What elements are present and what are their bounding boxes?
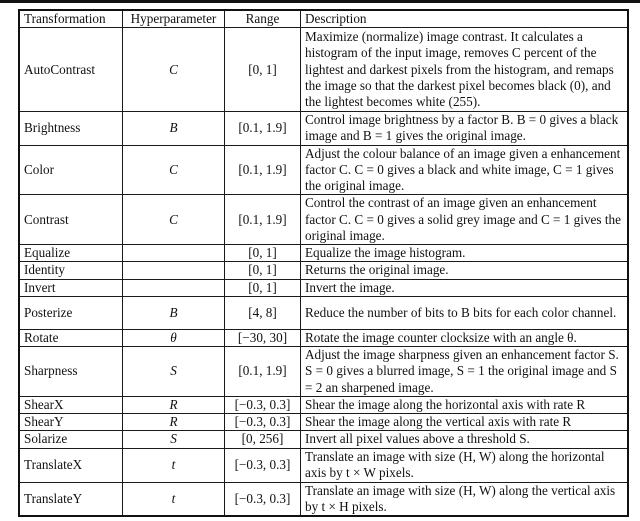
cell-range: [0, 1]: [224, 261, 301, 280]
cell-range: [−0.3, 0.3]: [224, 447, 301, 483]
cell-transformation: TranslateY: [18, 481, 123, 517]
cell-transformation: TranslateX: [18, 447, 123, 483]
cell-range: [−0.3, 0.3]: [224, 413, 301, 432]
cell-description: Control image brightness by a factor B. …: [300, 111, 629, 146]
cell-description: Returns the original image.: [300, 261, 629, 280]
cell-hyperparameter: t: [122, 447, 225, 483]
cell-hyperparameter: S: [122, 346, 225, 398]
cell-range: [0, 1]: [224, 27, 301, 113]
header-row: Transformation Hyperparameter Range Desc…: [18, 9, 629, 29]
cell-description: Equalize the image histogram.: [300, 244, 629, 263]
cell-range: [−30, 30]: [224, 328, 301, 348]
cell-hyperparameter: B: [122, 111, 225, 146]
header-hyperparameter: Hyperparameter: [122, 9, 225, 29]
cell-transformation: Color: [18, 144, 123, 196]
table-row: TranslateY t [−0.3, 0.3] Translate an im…: [18, 481, 629, 517]
cell-hyperparameter: C: [122, 194, 225, 246]
cell-transformation: Posterize: [18, 295, 123, 330]
cell-hyperparameter: B: [122, 295, 225, 330]
cell-range: [−0.3, 0.3]: [224, 481, 301, 517]
cell-transformation: Sharpness: [18, 346, 123, 398]
table-row: AutoContrast C [0, 1] Maximize (normaliz…: [18, 27, 629, 113]
table-row: Sharpness S [0.1, 1.9] Adjust the image …: [18, 346, 629, 398]
cell-description: Adjust the image sharpness given an enha…: [300, 346, 629, 398]
cell-range: [0.1, 1.9]: [224, 346, 301, 398]
cell-description: Maximize (normalize) image contrast. It …: [300, 27, 629, 113]
page-footnote-mark: [500, 514, 512, 518]
cell-description: Translate an image with size (H, W) alon…: [300, 481, 629, 517]
cell-description: Adjust the colour balance of an image gi…: [300, 144, 629, 196]
cell-range: [0.1, 1.9]: [224, 111, 301, 146]
cell-range: [0, 1]: [224, 244, 301, 263]
cell-transformation: ShearX: [18, 396, 123, 415]
cell-hyperparameter: R: [122, 413, 225, 432]
cell-range: [0, 256]: [224, 430, 301, 449]
cell-hyperparameter: C: [122, 144, 225, 196]
cell-hyperparameter: [122, 278, 225, 297]
cell-description: Rotate the image counter clocksize with …: [300, 328, 629, 348]
cell-description: Shear the image along the vertical axis …: [300, 413, 629, 432]
cell-range: [4, 8]: [224, 295, 301, 330]
cell-hyperparameter: R: [122, 396, 225, 415]
table-row: TranslateX t [−0.3, 0.3] Translate an im…: [18, 447, 629, 483]
table-row: Invert [0, 1] Invert the image.: [18, 278, 629, 297]
table-row: Rotate θ [−30, 30] Rotate the image coun…: [18, 328, 629, 348]
cell-description: Invert all pixel values above a threshol…: [300, 430, 629, 449]
table-row: Equalize [0, 1] Equalize the image histo…: [18, 244, 629, 263]
cell-transformation: AutoContrast: [18, 27, 123, 113]
cell-transformation: Identity: [18, 261, 123, 280]
table-row: ShearY R [−0.3, 0.3] Shear the image alo…: [18, 413, 629, 432]
cell-description: Invert the image.: [300, 278, 629, 297]
cell-transformation: ShearY: [18, 413, 123, 432]
table-row: Posterize B [4, 8] Reduce the number of …: [18, 295, 629, 330]
cell-description: Control the contrast of an image given a…: [300, 194, 629, 246]
table-row: Identity [0, 1] Returns the original ima…: [18, 261, 629, 280]
cell-transformation: Contrast: [18, 194, 123, 246]
cell-hyperparameter: [122, 244, 225, 263]
table-row: Contrast C [0.1, 1.9] Control the contra…: [18, 194, 629, 246]
cell-range: [0, 1]: [224, 278, 301, 297]
cell-range: [0.1, 1.9]: [224, 194, 301, 246]
cell-hyperparameter: t: [122, 481, 225, 517]
header-transformation: Transformation: [18, 9, 123, 29]
cell-hyperparameter: θ: [122, 328, 225, 348]
cell-transformation: Rotate: [18, 328, 123, 348]
cell-range: [−0.3, 0.3]: [224, 396, 301, 415]
cell-range: [0.1, 1.9]: [224, 144, 301, 196]
cell-transformation: Brightness: [18, 111, 123, 146]
cell-hyperparameter: C: [122, 27, 225, 113]
cell-hyperparameter: [122, 261, 225, 280]
table-row: Solarize S [0, 256] Invert all pixel val…: [18, 430, 629, 449]
cell-description: Shear the image along the horizontal axi…: [300, 396, 629, 415]
cell-description: Translate an image with size (H, W) alon…: [300, 447, 629, 483]
header-range: Range: [224, 9, 301, 29]
cell-transformation: Invert: [18, 278, 123, 297]
cell-transformation: Equalize: [18, 244, 123, 263]
table-row: ShearX R [−0.3, 0.3] Shear the image alo…: [18, 396, 629, 415]
top-rule: [0, 0, 640, 3]
header-description: Description: [300, 9, 629, 29]
transformations-table: Transformation Hyperparameter Range Desc…: [18, 9, 629, 518]
cell-description: Reduce the number of bits to B bits for …: [300, 295, 629, 330]
table-row: Color C [0.1, 1.9] Adjust the colour bal…: [18, 144, 629, 196]
table-row: Brightness B [0.1, 1.9] Control image br…: [18, 111, 629, 146]
cell-hyperparameter: S: [122, 430, 225, 449]
cell-transformation: Solarize: [18, 430, 123, 449]
